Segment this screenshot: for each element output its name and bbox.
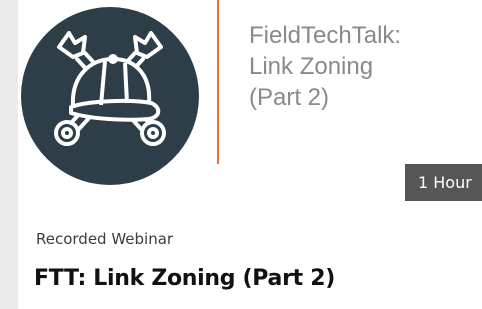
- banner-title: FieldTechTalk: Link Zoning (Part 2): [249, 20, 482, 113]
- logo-badge: [21, 7, 199, 185]
- accent-divider: [217, 0, 219, 164]
- page: FieldTechTalk: Link Zoning (Part 2) 1 Ho…: [0, 0, 482, 309]
- card-title-link[interactable]: FTT: Link Zoning (Part 2): [34, 266, 335, 291]
- webinar-card[interactable]: FieldTechTalk: Link Zoning (Part 2) 1 Ho…: [18, 0, 482, 309]
- banner-title-line: (Part 2): [249, 84, 330, 111]
- wrench-and-cap-logo-icon: [54, 31, 166, 146]
- banner-title-line: FieldTechTalk:: [249, 22, 402, 49]
- content-type-label: Recorded Webinar: [36, 230, 174, 248]
- webinar-banner[interactable]: FieldTechTalk: Link Zoning (Part 2) 1 Ho…: [18, 0, 482, 204]
- duration-badge: 1 Hour: [405, 164, 482, 201]
- banner-title-line: Link Zoning: [249, 53, 374, 80]
